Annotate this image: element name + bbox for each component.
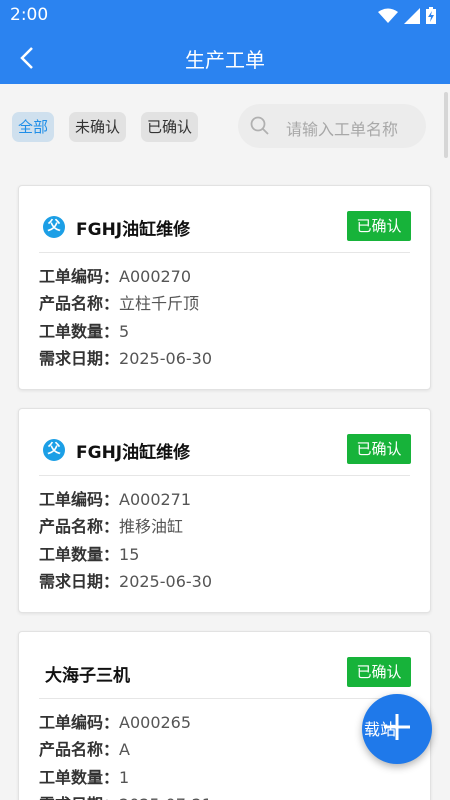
work-order-name: 大海子三机 [45,666,130,686]
code-value: A000270 [119,267,192,286]
product-label: 产品名称： [39,294,120,313]
date-value: 2025-06-30 [119,572,212,591]
product-label: 产品名称： [39,740,120,759]
status-badge: 已确认 [347,211,411,241]
product-value: A [119,740,130,759]
date-row: 需求日期：2025-06-30 [39,568,212,592]
search-icon [250,116,269,135]
status-badge: 已确认 [347,434,411,464]
quantity-row: 工单数量：1 [39,764,129,788]
work-order-card[interactable]: 父 FGHJ油缸维修 已确认 工单编码：A000271 产品名称：推移油缸 工单… [18,408,431,613]
company-logo-icon: 父 [43,439,65,461]
battery-charging-icon [426,7,436,24]
product-row: 产品名称：推移油缸 [39,513,183,537]
scrollbar[interactable] [444,92,448,158]
product-row: 产品名称：A [39,736,130,760]
code-value: A000271 [119,490,192,509]
work-order-card[interactable]: 父 FGHJ油缸维修 已确认 工单编码：A000270 产品名称：立柱千斤顶 工… [18,185,431,390]
quantity-row: 工单数量：5 [39,318,129,342]
product-value: 推移油缸 [119,517,184,536]
date-row: 需求日期：2025-06-30 [39,345,212,369]
status-bar: 2:00 [0,0,450,32]
filter-bar: 全部 未确认 已确认 请输入工单名称 [0,84,450,176]
quantity-row: 工单数量：15 [39,541,139,565]
quantity-value: 5 [119,322,130,341]
date-label: 需求日期： [39,349,120,368]
company-logo-icon: 父 [43,216,65,238]
status-time: 2:00 [10,5,49,25]
quantity-label: 工单数量： [39,768,120,787]
divider [39,475,410,476]
product-value: 立柱千斤顶 [119,294,200,313]
status-icons [378,7,436,24]
code-row: 工单编码：A000271 [39,486,191,510]
product-row: 产品名称：立柱千斤顶 [39,290,199,314]
quantity-value: 1 [119,768,130,787]
code-row: 工单编码：A000265 [39,709,191,733]
code-label: 工单编码： [39,713,120,732]
signal-icon [404,7,420,24]
code-label: 工单编码： [39,490,120,509]
add-fab-button[interactable]: 载站 [362,694,432,764]
work-order-name: FGHJ油缸维修 [76,220,191,240]
work-order-name: FGHJ油缸维修 [76,443,191,463]
product-label: 产品名称： [39,517,120,536]
app-bar: 生产工单 [0,32,450,84]
search-placeholder: 请输入工单名称 [286,120,399,139]
date-value: 2025-07-21 [119,795,212,800]
plus-icon [384,714,410,740]
filter-chip-all[interactable]: 全部 [12,112,55,142]
wifi-icon [378,8,398,23]
quantity-label: 工单数量： [39,322,120,341]
divider [39,698,410,699]
quantity-label: 工单数量： [39,545,120,564]
date-label: 需求日期： [39,795,119,800]
search-input[interactable]: 请输入工单名称 [238,104,426,148]
quantity-value: 15 [119,545,140,564]
filter-chip-confirmed[interactable]: 已确认 [141,112,199,142]
divider [39,252,410,253]
status-badge: 已确认 [347,657,411,687]
code-value: A000265 [119,713,192,732]
date-value: 2025-06-30 [119,349,212,368]
date-row: 需求日期：2025-07-21 [39,791,212,800]
page-title: 生产工单 [185,48,265,72]
code-label: 工单编码： [39,267,120,286]
filter-chip-unconfirmed[interactable]: 未确认 [69,112,127,142]
date-label: 需求日期： [39,572,120,591]
code-row: 工单编码：A000270 [39,263,191,287]
